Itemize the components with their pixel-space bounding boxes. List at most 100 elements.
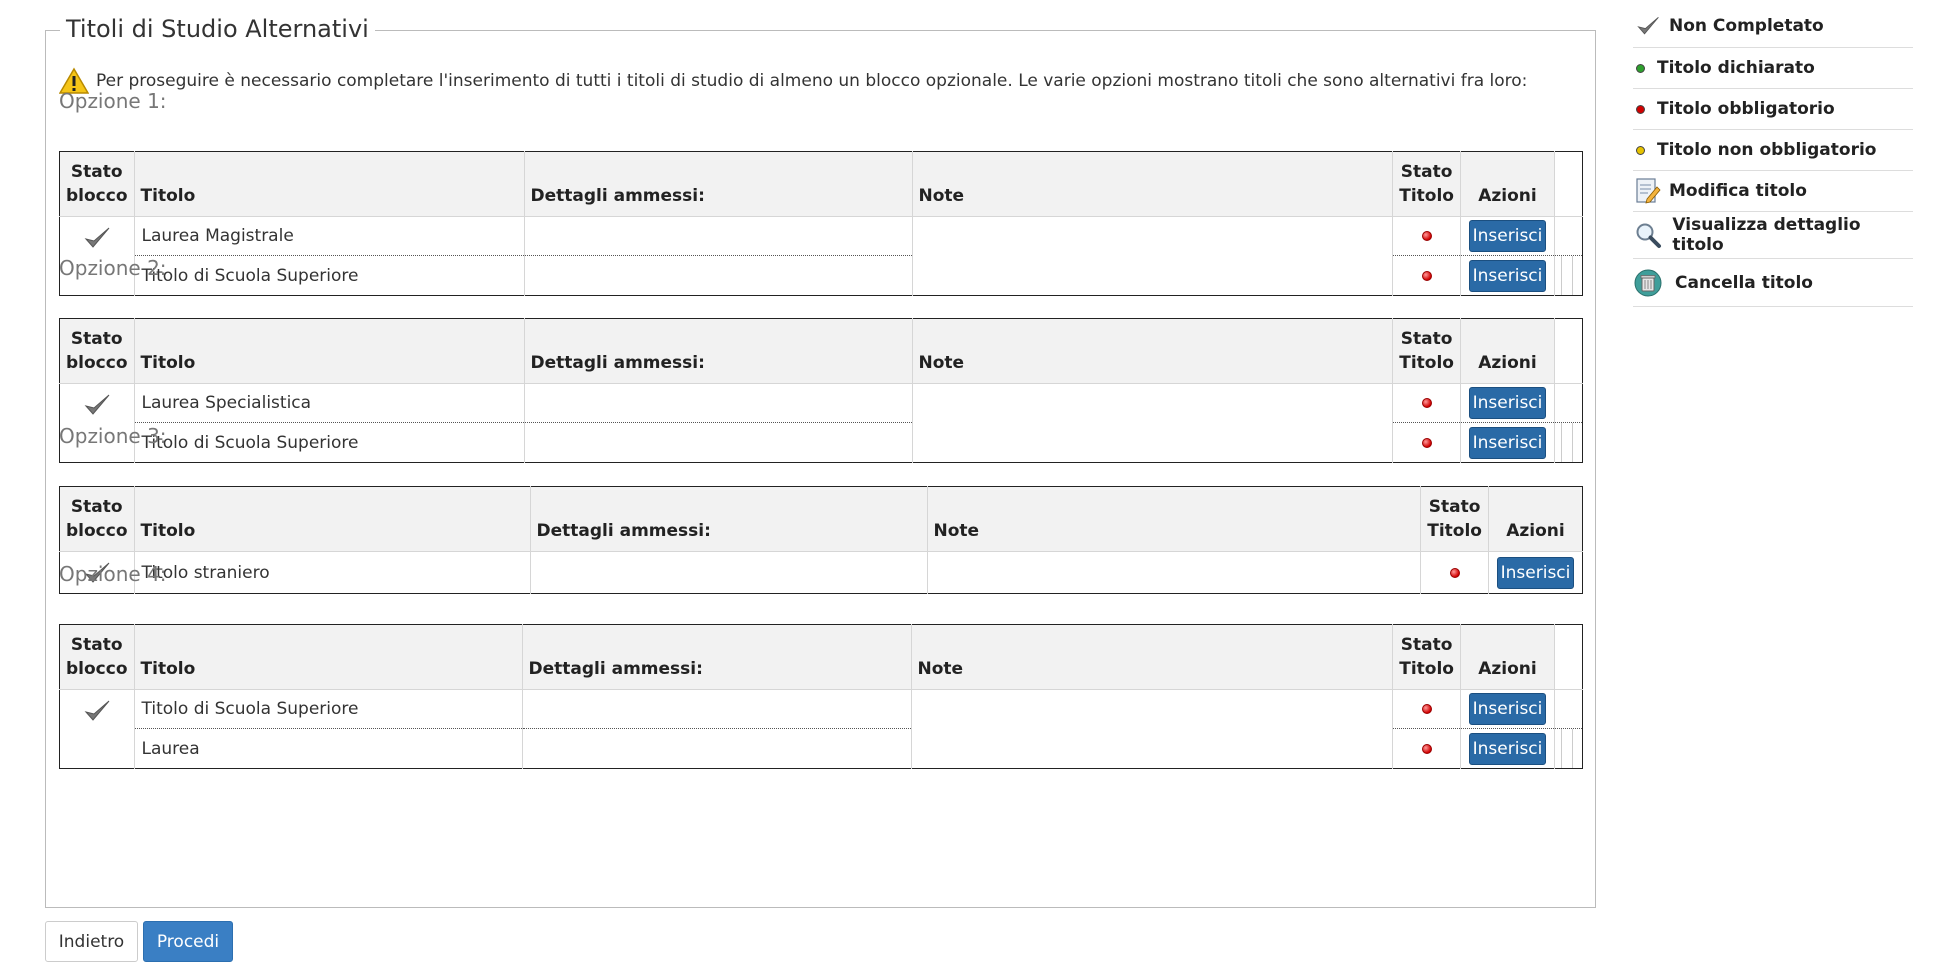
stato-titolo-cell <box>1420 551 1489 594</box>
header-titolo: Titolo <box>134 486 531 552</box>
stato-titolo-cell <box>1392 255 1461 296</box>
header-note: Note <box>927 486 1422 552</box>
note-cell <box>911 689 1394 769</box>
opzione-2-table: Stato blocco Titolo Dettagli ammessi: Not… <box>59 318 1583 463</box>
stato-titolo-cell <box>1392 383 1461 423</box>
check-icon <box>84 394 110 415</box>
inserisci-button[interactable]: Inserisci <box>1468 259 1547 292</box>
check-icon <box>1637 16 1659 34</box>
header-dettagli: Dettagli ammessi: <box>522 624 912 690</box>
legend-label: Titolo obbligatorio <box>1657 99 1835 119</box>
titoli-fieldset: Titoli di Studio Alternativi Per prosegu… <box>45 13 1596 908</box>
header-stato-titolo: Stato Titolo <box>1392 318 1461 384</box>
legend-label: Titolo dichiarato <box>1657 58 1815 78</box>
stato-titolo-cell <box>1392 689 1461 729</box>
header-dettagli: Dettagli ammessi: <box>530 486 928 552</box>
note-cell <box>912 216 1394 296</box>
check-icon <box>84 700 110 721</box>
opzione-3-table: Stato blocco Titolo Dettagli ammessi: Not… <box>59 486 1583 594</box>
stato-titolo-cell <box>1392 216 1461 256</box>
red-dot-icon <box>1421 231 1432 241</box>
inserisci-button[interactable]: Inserisci <box>1468 387 1547 419</box>
red-dot-icon <box>1421 270 1432 281</box>
dettagli-cell <box>530 551 928 594</box>
header-azioni: Azioni <box>1460 318 1555 384</box>
note-cell <box>927 551 1422 594</box>
magnifier-icon <box>1636 223 1661 248</box>
warning-message: Per proseguire è necessario completare l… <box>59 67 1527 95</box>
yellow-dot-icon <box>1635 145 1645 155</box>
header-stato-blocco: Stato blocco <box>59 624 135 690</box>
dettagli-cell <box>524 383 913 423</box>
dettagli-cell <box>524 255 913 296</box>
header-stato-blocco: Stato blocco <box>59 486 135 552</box>
titolo-cell: Titolo straniero <box>134 551 531 594</box>
legend-item-visualizza: Visualizza dettaglio titolo <box>1633 212 1913 259</box>
inserisci-button[interactable]: Inserisci <box>1468 426 1547 459</box>
legend-item-titolo-dichiarato: Titolo dichiarato <box>1633 48 1913 89</box>
header-azioni: Azioni <box>1488 486 1583 552</box>
stato-blocco-cell <box>59 383 135 463</box>
legend-item-titolo-non-obbligatorio: Titolo non obbligatorio <box>1633 130 1913 171</box>
legend-label: Cancella titolo <box>1675 272 1813 293</box>
azioni-cell: Inserisci <box>1488 551 1583 594</box>
legend-item-non-completato: Non Completato <box>1633 4 1913 48</box>
procedi-button[interactable]: Procedi <box>143 921 233 962</box>
table-row: Titolo straniero Inserisci <box>59 551 1583 594</box>
header-azioni: Azioni <box>1460 624 1555 690</box>
legend-item-modifica: Modifica titolo <box>1633 171 1913 212</box>
stato-titolo-cell <box>1392 422 1461 463</box>
header-note: Note <box>911 624 1394 690</box>
red-dot-icon <box>1421 704 1432 714</box>
titolo-cell: Titolo di Scuola Superiore <box>134 689 523 729</box>
dettagli-cell <box>524 216 913 256</box>
edit-icon <box>1636 178 1661 204</box>
opzione-1-title: Opzione 1: <box>59 89 167 113</box>
header-stato-titolo: Stato Titolo <box>1392 151 1461 217</box>
green-dot-icon <box>1635 63 1645 73</box>
header-titolo: Titolo <box>134 624 523 690</box>
titolo-cell: Titolo di Scuola Superiore <box>134 422 525 463</box>
inserisci-button[interactable]: Inserisci <box>1468 693 1547 725</box>
opzione-4-table: Stato blocco Titolo Dettagli ammessi: Not… <box>59 624 1583 769</box>
azioni-cell: Inserisci <box>1460 689 1555 729</box>
titolo-cell: Laurea Magistrale <box>134 216 525 256</box>
back-button[interactable]: Indietro <box>45 921 138 962</box>
header-azioni: Azioni <box>1460 151 1555 217</box>
red-dot-icon <box>1635 104 1645 114</box>
red-dot-icon <box>1421 398 1432 408</box>
legend-label: Modifica titolo <box>1669 181 1807 201</box>
table-row: Laurea Magistrale Inserisci <box>59 216 1583 296</box>
legend-label: Visualizza dettaglio titolo <box>1672 215 1861 255</box>
legend-item-cancella: Cancella titolo <box>1633 259 1913 307</box>
inserisci-button[interactable]: Inserisci <box>1468 732 1547 765</box>
header-dettagli: Dettagli ammessi: <box>524 318 913 384</box>
check-icon <box>84 227 110 248</box>
legend-item-titolo-obbligatorio: Titolo obbligatorio <box>1633 89 1913 130</box>
header-note: Note <box>912 151 1394 217</box>
opzione-3-title: Opzione 3: <box>59 424 167 448</box>
legend-label: Non Completato <box>1669 15 1824 36</box>
dettagli-cell <box>524 422 913 463</box>
opzione-1-table: Stato blocco Titolo Dettagli ammessi: Not… <box>59 151 1583 296</box>
titolo-cell: Titolo di Scuola Superiore <box>134 255 525 296</box>
inserisci-button[interactable]: Inserisci <box>1468 220 1547 252</box>
azioni-cell: Inserisci <box>1460 216 1555 256</box>
table-row: Laurea Specialistica Inserisci <box>59 383 1583 463</box>
section-title: Titoli di Studio Alternativi <box>60 13 375 45</box>
header-dettagli: Dettagli ammessi: <box>524 151 913 217</box>
azioni-cell: Inserisci <box>1460 422 1555 463</box>
red-dot-icon <box>1449 567 1460 578</box>
legend-label: Titolo non obbligatorio <box>1657 140 1877 160</box>
stato-titolo-cell <box>1392 728 1461 769</box>
inserisci-button[interactable]: Inserisci <box>1496 556 1575 589</box>
warning-text: Per proseguire è necessario completare l… <box>96 71 1528 91</box>
dettagli-cell <box>522 728 912 769</box>
titolo-cell: Laurea Specialistica <box>134 383 525 423</box>
header-titolo: Titolo <box>134 318 525 384</box>
titolo-cell: Laurea <box>134 728 523 769</box>
header-stato-blocco: Stato blocco <box>59 151 135 217</box>
red-dot-icon <box>1421 437 1432 448</box>
legend-panel: Non Completato Titolo dichiarato Titolo … <box>1633 4 1913 307</box>
header-stato-titolo: Stato Titolo <box>1392 624 1461 690</box>
